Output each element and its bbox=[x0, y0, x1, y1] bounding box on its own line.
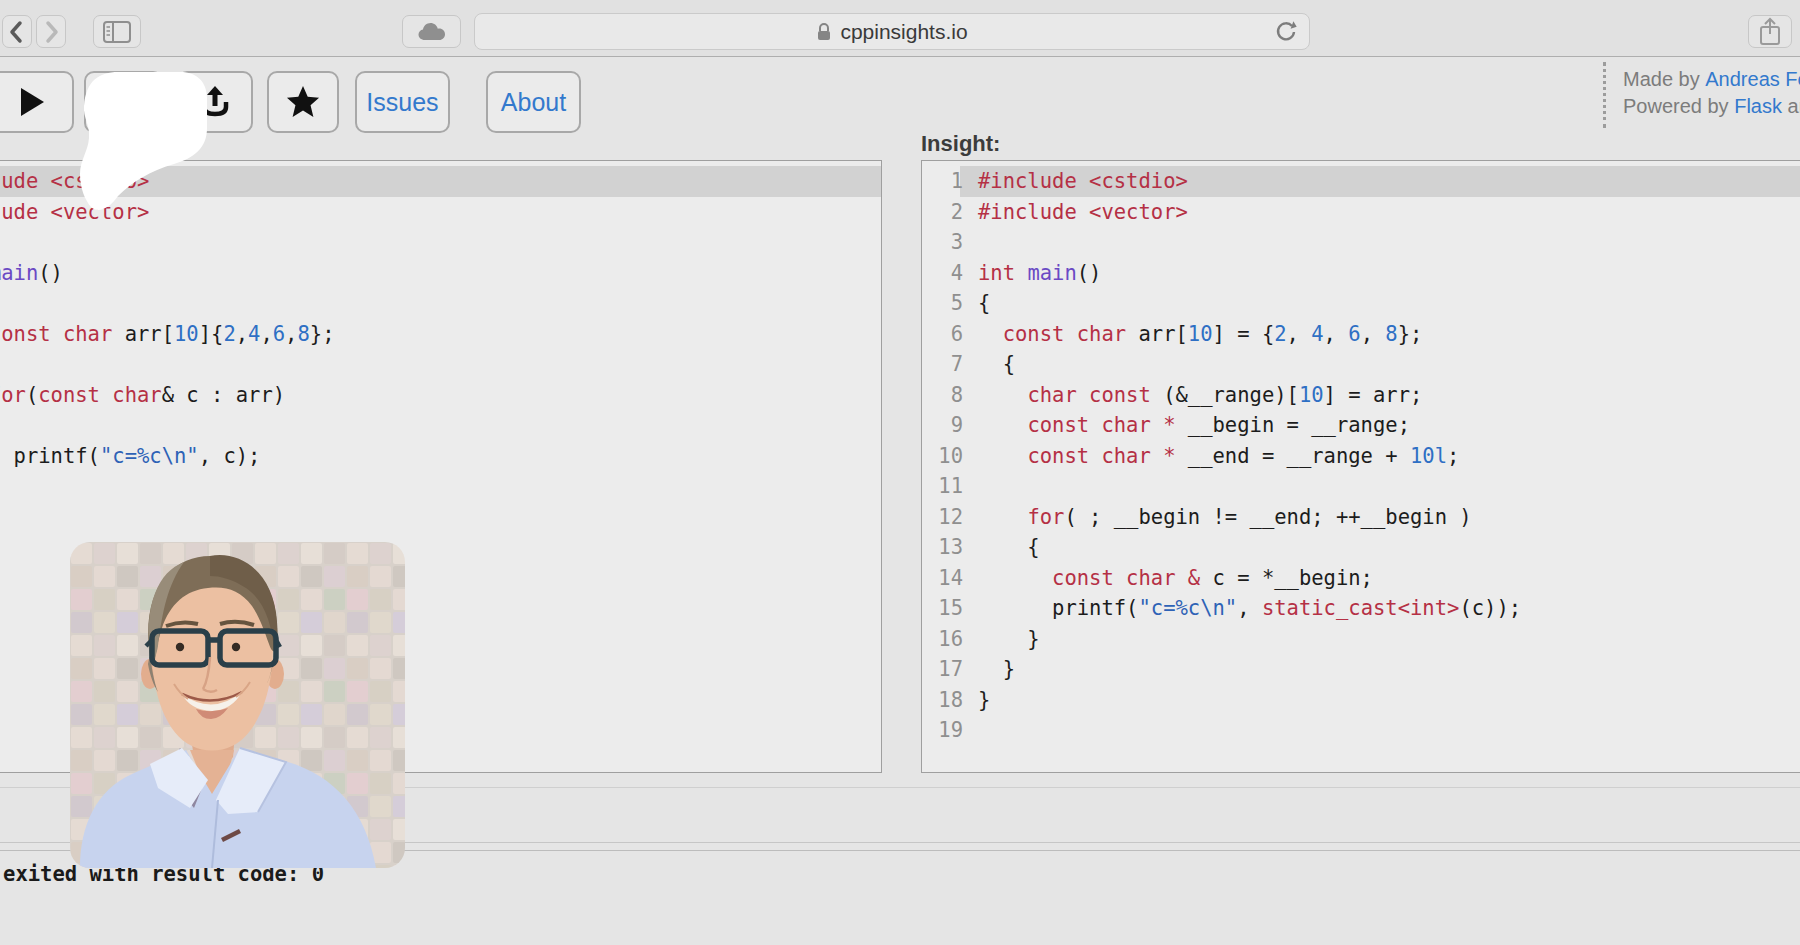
code-line: const char & c = *__begin; bbox=[978, 563, 1521, 594]
line-number: 11 bbox=[922, 471, 963, 502]
padlock-icon bbox=[816, 21, 832, 43]
code-line: { bbox=[0, 410, 334, 441]
issues-label: Issues bbox=[366, 88, 438, 117]
browser-toolbar: cppinsights.io bbox=[0, 0, 1800, 57]
line-number: 19 bbox=[922, 715, 963, 746]
code-line: for( ; __begin != __end; ++__begin ) bbox=[978, 502, 1521, 533]
line-number: 2 bbox=[922, 197, 963, 228]
code-line bbox=[0, 349, 334, 380]
back-button[interactable] bbox=[2, 15, 32, 48]
chevron-right-icon bbox=[40, 17, 62, 47]
cloud-tabs-button[interactable] bbox=[402, 15, 461, 48]
code-line: printf("c=%c\n", static_cast<int>(c)); bbox=[978, 593, 1521, 624]
code-line: } bbox=[978, 685, 1521, 716]
line-number: 4 bbox=[922, 258, 963, 289]
code-line bbox=[978, 715, 1521, 746]
code-line: { bbox=[978, 532, 1521, 563]
play-icon bbox=[18, 86, 46, 118]
credits: Made by Andreas Fertig Powered by Flask … bbox=[1623, 66, 1800, 120]
about-label: About bbox=[501, 88, 566, 117]
forward-button[interactable] bbox=[36, 15, 66, 48]
line-number: 13 bbox=[922, 532, 963, 563]
line-number: 6 bbox=[922, 319, 963, 350]
line-number: 18 bbox=[922, 685, 963, 716]
code-line: } bbox=[978, 624, 1521, 655]
issues-button[interactable]: Issues bbox=[355, 71, 450, 133]
code-line: { bbox=[0, 288, 334, 319]
flask-link[interactable]: Flask bbox=[1734, 95, 1782, 117]
url-text: cppinsights.io bbox=[840, 20, 967, 44]
line-number: 16 bbox=[922, 624, 963, 655]
credits-divider bbox=[1603, 62, 1606, 128]
line-number: 15 bbox=[922, 593, 963, 624]
code-line: const char * __end = __range + 10l; bbox=[978, 441, 1521, 472]
insight-header: Insight: bbox=[921, 131, 1000, 157]
share-button[interactable] bbox=[1748, 15, 1792, 48]
line-number: 17 bbox=[922, 654, 963, 685]
share-icon bbox=[1757, 16, 1783, 48]
code-line: } bbox=[0, 471, 334, 502]
code-line: const char * __begin = __range; bbox=[978, 410, 1521, 441]
code-line: #include <cstdio> bbox=[978, 166, 1521, 197]
code-line: for(const char& c : arr) bbox=[0, 380, 334, 411]
line-number: 14 bbox=[922, 563, 963, 594]
reload-icon[interactable] bbox=[1273, 19, 1299, 45]
sidebar-toggle-button[interactable] bbox=[93, 15, 141, 48]
chevron-left-icon bbox=[6, 17, 28, 47]
code-line: } bbox=[0, 502, 334, 533]
code-line: char const (&__range)[10] = arr; bbox=[978, 380, 1521, 411]
code-line: const char arr[10] = {2, 4, 6, 8}; bbox=[978, 319, 1521, 350]
code-line: { bbox=[978, 288, 1521, 319]
white-blob-overlay bbox=[70, 66, 215, 221]
line-number: 10 bbox=[922, 441, 963, 472]
run-button[interactable] bbox=[0, 71, 74, 133]
portrait-photo-overlay bbox=[70, 542, 405, 868]
about-button[interactable]: About bbox=[486, 71, 581, 133]
line-number: 12 bbox=[922, 502, 963, 533]
line-number: 3 bbox=[922, 227, 963, 258]
code-line: #include <vector> bbox=[978, 197, 1521, 228]
sidebar-icon bbox=[103, 21, 131, 43]
line-number: 9 bbox=[922, 410, 963, 441]
cloud-icon bbox=[417, 21, 447, 43]
code-line bbox=[978, 471, 1521, 502]
author-link[interactable]: Andreas Fertig bbox=[1705, 68, 1800, 90]
powered-by-line: Powered by Flask and Clang bbox=[1623, 93, 1800, 120]
line-number: 8 bbox=[922, 380, 963, 411]
line-number: 7 bbox=[922, 349, 963, 380]
insight-code: #include <cstdio>#include <vector> int m… bbox=[978, 166, 1521, 746]
code-line: printf("c=%c\n", c); bbox=[0, 441, 334, 472]
line-number-gutter: 12345678910111213141516171819 bbox=[922, 166, 963, 746]
code-line bbox=[978, 227, 1521, 258]
code-line: const char arr[10]{2,4,6,8}; bbox=[0, 319, 334, 350]
line-number: 1 bbox=[922, 166, 963, 197]
code-line: } bbox=[978, 654, 1521, 685]
star-icon bbox=[285, 85, 321, 119]
insight-output-pane[interactable]: 12345678910111213141516171819 #include <… bbox=[921, 160, 1800, 773]
code-line: { bbox=[978, 349, 1521, 380]
code-line: int main() bbox=[978, 258, 1521, 289]
line-number: 5 bbox=[922, 288, 963, 319]
star-button[interactable] bbox=[267, 71, 339, 133]
made-by-line: Made by Andreas Fertig bbox=[1623, 66, 1800, 93]
code-line: int main() bbox=[0, 258, 334, 289]
address-bar[interactable]: cppinsights.io bbox=[474, 13, 1310, 50]
code-line bbox=[0, 227, 334, 258]
